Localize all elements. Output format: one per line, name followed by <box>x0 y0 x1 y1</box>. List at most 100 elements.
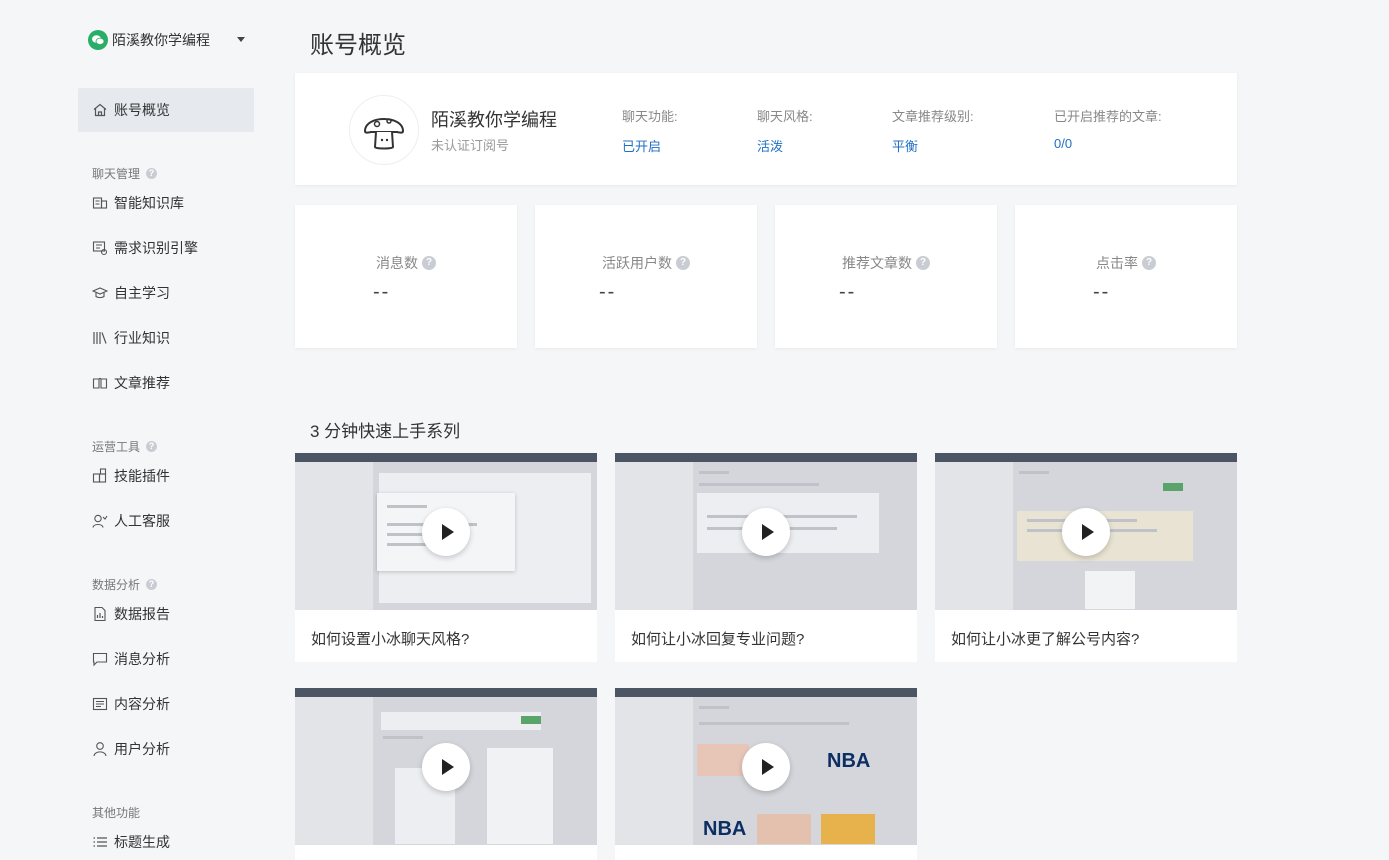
field-value-link[interactable]: 0/0 <box>1054 136 1162 151</box>
account-switcher[interactable]: 陌溪教你学编程 <box>88 29 210 51</box>
sidebar-item-label: 需求识别引擎 <box>114 240 198 256</box>
sidebar-item-label: 标题生成 <box>114 834 170 850</box>
sidebar-item-label: 用户分析 <box>114 741 170 757</box>
account-name: 陌溪教你学编程 <box>431 110 557 130</box>
help-icon[interactable]: ? <box>916 256 930 270</box>
stat-value: -- <box>599 281 617 303</box>
sidebar-item-label: 自主学习 <box>114 285 170 301</box>
play-icon[interactable] <box>742 743 790 791</box>
field-value-link[interactable]: 平衡 <box>892 136 974 155</box>
sidebar-item-label: 消息分析 <box>114 651 170 667</box>
section-title-ops: 运营工具? <box>92 438 158 455</box>
sidebar-item-label: 文章推荐 <box>114 375 170 391</box>
graduation-icon <box>92 285 108 301</box>
help-icon[interactable]: ? <box>146 441 158 452</box>
mushroom-icon <box>363 118 405 150</box>
video-card[interactable]: NBA NBA <box>615 688 917 860</box>
sidebar-item-content-analysis[interactable]: 内容分析 <box>92 692 170 716</box>
tutorial-section-title: 3 分钟快速上手系列 <box>310 422 461 441</box>
home-icon <box>92 102 108 118</box>
agent-icon <box>92 513 108 529</box>
video-title: 如何设置小冰聊天风格? <box>311 631 470 648</box>
sidebar-item-label: 行业知识 <box>114 330 170 346</box>
sidebar-item-label: 智能知识库 <box>114 195 184 211</box>
video-card[interactable] <box>295 688 597 860</box>
field-article-level: 文章推荐级别: 平衡 <box>892 106 974 155</box>
section-title-text: 聊天管理 <box>92 167 141 181</box>
page-title: 账号概览 <box>310 32 406 59</box>
books-icon <box>92 330 108 346</box>
sidebar-item-account-overview[interactable]: 账号概览 <box>78 88 254 132</box>
sidebar-item-intent-engine[interactable]: 需求识别引擎 <box>92 236 198 260</box>
stat-card-messages: 消息数? -- <box>295 205 517 348</box>
help-icon[interactable]: ? <box>146 168 158 179</box>
sidebar-item-self-learning[interactable]: 自主学习 <box>92 281 170 305</box>
sidebar-item-article-recommend[interactable]: 文章推荐 <box>92 371 170 395</box>
sidebar-item-message-analysis[interactable]: 消息分析 <box>92 647 170 671</box>
sidebar-item-data-report[interactable]: 数据报告 <box>92 602 170 626</box>
section-title-text: 数据分析 <box>92 578 141 592</box>
stat-card-active-users: 活跃用户数? -- <box>535 205 757 348</box>
video-card[interactable]: 如何设置小冰聊天风格? <box>295 453 597 662</box>
play-icon[interactable] <box>742 508 790 556</box>
section-title-chat: 聊天管理? <box>92 165 158 182</box>
section-title-text: 其他功能 <box>92 806 141 820</box>
list-icon <box>92 834 108 850</box>
field-label: 文章推荐级别: <box>892 109 974 124</box>
stat-value: -- <box>839 281 857 303</box>
play-icon[interactable] <box>1062 508 1110 556</box>
caret-down-icon[interactable] <box>237 37 245 42</box>
video-title: 如何让小冰更了解公号内容? <box>951 631 1140 648</box>
sidebar-item-user-analysis[interactable]: 用户分析 <box>92 737 170 761</box>
field-value-link[interactable]: 活泼 <box>757 136 813 155</box>
user-icon <box>92 741 108 757</box>
play-icon[interactable] <box>422 743 470 791</box>
help-icon[interactable]: ? <box>1142 256 1156 270</box>
field-chat-style: 聊天风格: 活泼 <box>757 106 813 155</box>
field-label: 聊天风格: <box>757 109 813 124</box>
account-profile-card: 陌溪教你学编程 未认证订阅号 聊天功能: 已开启 聊天风格: 活泼 文章推荐级别… <box>295 73 1237 185</box>
field-chat-function: 聊天功能: 已开启 <box>622 106 678 155</box>
play-icon[interactable] <box>422 508 470 556</box>
stat-label: 消息数 <box>376 255 418 271</box>
field-label: 已开启推荐的文章: <box>1054 109 1162 124</box>
video-card[interactable]: 如何让小冰更了解公号内容? <box>935 453 1237 662</box>
account-type: 未认证订阅号 <box>431 138 510 153</box>
report-icon <box>92 606 108 622</box>
stat-label: 推荐文章数 <box>842 255 912 271</box>
section-title-other: 其他功能 <box>92 804 140 821</box>
field-enabled-articles: 已开启推荐的文章: 0/0 <box>1054 106 1162 151</box>
video-title: 如何让小冰回复专业问题? <box>631 631 805 648</box>
sidebar-item-industry-knowledge[interactable]: 行业知识 <box>92 326 170 350</box>
account-name: 陌溪教你学编程 <box>112 32 210 48</box>
stat-card-click-rate: 点击率? -- <box>1015 205 1237 348</box>
stat-value: -- <box>373 281 391 303</box>
knowledge-icon <box>92 195 108 211</box>
nba-logo: NBA <box>703 818 747 840</box>
stat-card-recommended-articles: 推荐文章数? -- <box>775 205 997 348</box>
video-card[interactable]: 如何让小冰回复专业问题? <box>615 453 917 662</box>
avatar[interactable] <box>349 95 419 165</box>
sidebar-item-label: 内容分析 <box>114 696 170 712</box>
stat-label: 活跃用户数 <box>602 255 672 271</box>
section-title-text: 运营工具 <box>92 440 141 454</box>
sidebar-item-label: 人工客服 <box>114 513 170 529</box>
sidebar-item-skill-plugins[interactable]: 技能插件 <box>92 464 170 488</box>
help-icon[interactable]: ? <box>676 256 690 270</box>
sidebar-item-knowledge-base[interactable]: 智能知识库 <box>92 191 184 215</box>
stat-value: -- <box>1093 281 1111 303</box>
sidebar-item-label: 数据报告 <box>114 606 170 622</box>
sidebar-item-label: 账号概览 <box>114 102 170 118</box>
sidebar-item-title-generation[interactable]: 标题生成 <box>92 830 170 854</box>
nba-logo: NBA <box>827 750 871 772</box>
help-icon[interactable]: ? <box>422 256 436 270</box>
sidebar-item-label: 技能插件 <box>114 468 170 484</box>
sidebar-item-human-service[interactable]: 人工客服 <box>92 509 170 533</box>
field-label: 聊天功能: <box>622 109 678 124</box>
stat-label: 点击率 <box>1096 255 1138 271</box>
sidebar: 陌溪教你学编程 账号概览 聊天管理? 智能知识库 需求识别引擎 自主学习 行业知… <box>0 0 270 860</box>
help-icon[interactable]: ? <box>146 579 158 590</box>
open-book-icon <box>92 375 108 391</box>
field-value-link[interactable]: 已开启 <box>622 136 678 155</box>
content-icon <box>92 696 108 712</box>
